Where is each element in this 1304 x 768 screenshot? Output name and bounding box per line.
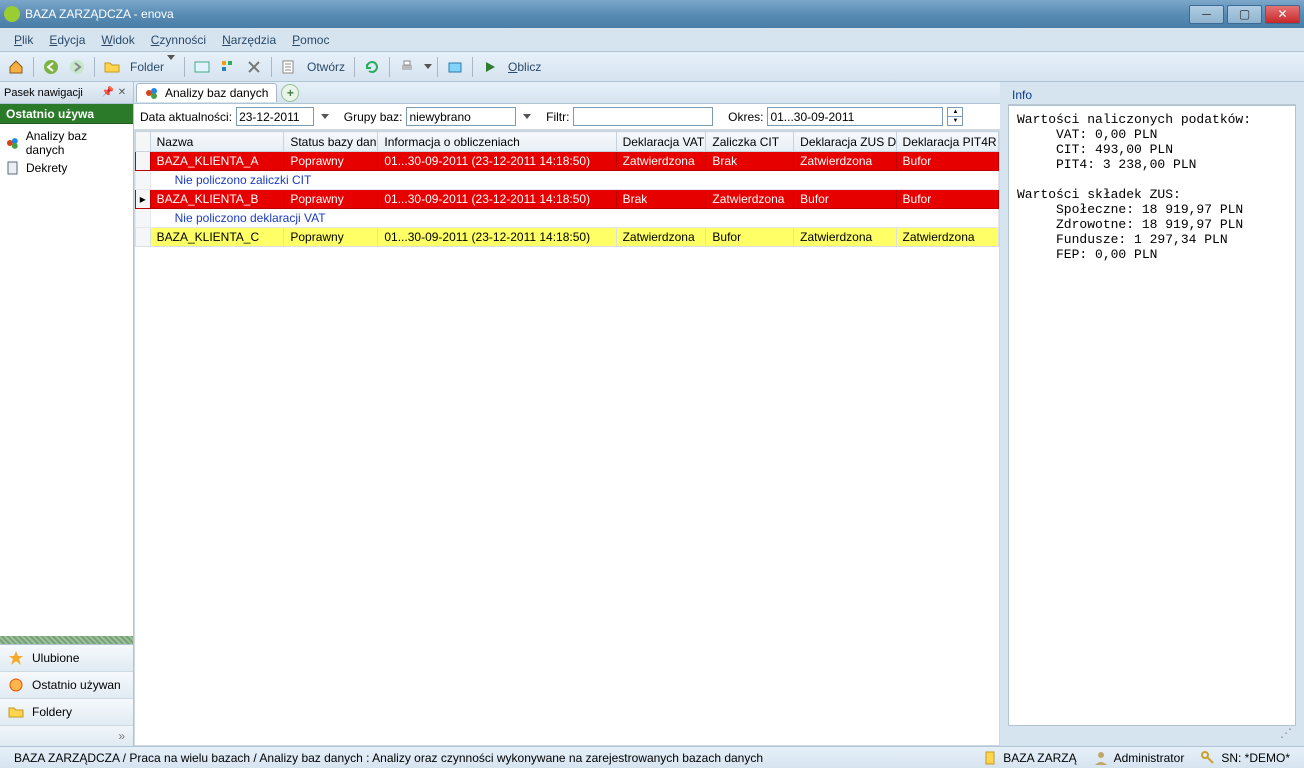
folder-icon — [8, 704, 24, 720]
filter-grupy-input[interactable] — [406, 107, 516, 126]
home-button[interactable] — [4, 55, 28, 79]
nav-panel-title: Pasek nawigacji — [4, 87, 83, 99]
nav-label: Ostatnio używan — [32, 678, 121, 692]
nav-ostatnio[interactable]: Ostatnio używan — [0, 672, 133, 699]
minimize-button[interactable]: ─ — [1189, 5, 1224, 24]
filter-data-label: Data aktualności: — [140, 110, 232, 124]
nav-item-label: Analizy baz danych — [26, 129, 127, 157]
filter-data-input[interactable] — [236, 107, 314, 126]
folder-dropdown[interactable]: Folder — [126, 60, 179, 74]
col-pit[interactable]: Deklaracja PIT4R — [896, 132, 998, 152]
table-row[interactable]: ▸BAZA_KLIENTA_BPoprawny01...30-09-2011 (… — [136, 190, 999, 209]
close-button[interactable]: ✕ — [1265, 5, 1300, 24]
menu-edycja[interactable]: Edycja — [41, 31, 93, 49]
filter-filtr-label: Filtr: — [546, 110, 569, 124]
nav-section-recent: Ostatnio używa — [0, 104, 133, 124]
menu-plik[interactable]: Plik — [6, 31, 41, 49]
forward-button[interactable] — [65, 55, 89, 79]
folder-open-icon[interactable] — [100, 55, 124, 79]
nav-panel-header: Pasek nawigacji 📌 ✕ — [0, 82, 133, 104]
menubar: Plik Edycja Widok Czynności Narzędzia Po… — [0, 28, 1304, 52]
table-row[interactable]: BAZA_KLIENTA_APoprawny01...30-09-2011 (2… — [136, 152, 999, 171]
menu-widok[interactable]: Widok — [93, 31, 142, 49]
nav-item-label: Dekrety — [26, 161, 67, 175]
refresh-icon[interactable] — [360, 55, 384, 79]
menu-narzedzia[interactable]: Narzędzia — [214, 31, 284, 49]
col-cit[interactable]: Zaliczka CIT — [706, 132, 794, 152]
clock-icon — [8, 677, 24, 693]
col-nazwa[interactable]: Nazwa — [150, 132, 284, 152]
tab-analizy[interactable]: Analizy baz danych — [136, 83, 277, 102]
calculate-button[interactable]: Oblicz — [504, 60, 545, 74]
navigation-panel: Pasek nawigacji 📌 ✕ Ostatnio używa Anali… — [0, 82, 134, 746]
user-icon — [1093, 750, 1109, 766]
info-panel: Info Wartości naliczonych podatków: VAT:… — [1008, 82, 1304, 746]
chevron-down-icon[interactable] — [523, 114, 531, 119]
nav-splitter[interactable] — [0, 636, 133, 644]
nav-foldery[interactable]: Foldery — [0, 699, 133, 726]
window-titlebar: BAZA ZARZĄDCZA - enova ─ ▢ ✕ — [0, 0, 1304, 28]
open-icon[interactable] — [277, 55, 301, 79]
app-icon — [4, 6, 20, 22]
star-icon — [8, 650, 24, 666]
col-selector[interactable] — [136, 132, 151, 152]
statusbar: BAZA ZARZĄDCZA / Praca na wielu bazach /… — [0, 746, 1304, 768]
table-row[interactable]: Nie policzono zaliczki CIT — [136, 171, 999, 190]
open-button[interactable]: Otwórz — [303, 60, 349, 74]
toolbar: Folder Otwórz Oblicz — [0, 52, 1304, 82]
pin-icon[interactable]: 📌 — [101, 86, 115, 100]
chevron-down-icon[interactable] — [321, 114, 329, 119]
tools-icon[interactable] — [242, 55, 266, 79]
data-grid[interactable]: Nazwa Status bazy dan Informacja o oblic… — [134, 130, 1000, 746]
info-title: Info — [1008, 86, 1296, 105]
tab-bar: Analizy baz danych + — [134, 82, 1000, 104]
status-sn: SN: *DEMO* — [1192, 750, 1298, 766]
status-left: BAZA ZARZĄDCZA / Praca na wielu bazach /… — [6, 751, 974, 765]
status-user: Administrator — [1085, 750, 1193, 766]
col-status[interactable]: Status bazy dan — [284, 132, 378, 152]
key-icon — [1200, 750, 1216, 766]
tab-add-button[interactable]: + — [281, 84, 299, 102]
nav-more[interactable]: » — [0, 726, 133, 746]
tab-label: Analizy baz danych — [165, 86, 268, 100]
status-db: BAZA ZARZĄ — [974, 750, 1084, 766]
nav-label: Ulubione — [32, 651, 79, 665]
nav-label: Foldery — [32, 705, 72, 719]
col-vat[interactable]: Deklaracja VAT — [616, 132, 706, 152]
nav-ulubione[interactable]: Ulubione — [0, 645, 133, 672]
table-row[interactable]: BAZA_KLIENTA_CPoprawny01...30-09-2011 (2… — [136, 228, 999, 247]
nav-items: Analizy baz danych Dekrety — [0, 124, 133, 636]
document-icon — [6, 161, 20, 175]
nav-item-analizy[interactable]: Analizy baz danych — [0, 127, 133, 159]
spinner-icon[interactable]: ▲▼ — [947, 107, 963, 126]
info-scroll-icon[interactable]: ⋰ — [1008, 726, 1296, 738]
list-icon[interactable] — [216, 55, 240, 79]
filter-bar: Data aktualności: Grupy baz: Filtr: Okre… — [134, 104, 1000, 130]
filter-grupy-label: Grupy baz: — [344, 110, 403, 124]
database-icon — [6, 136, 20, 150]
window-title: BAZA ZARZĄDCZA - enova — [25, 7, 1189, 21]
filter-okres-label: Okres: — [728, 110, 763, 124]
print-icon[interactable] — [395, 55, 419, 79]
col-info[interactable]: Informacja o obliczeniach — [378, 132, 616, 152]
col-zus[interactable]: Deklaracja ZUS DF — [794, 132, 896, 152]
menu-pomoc[interactable]: Pomoc — [284, 31, 337, 49]
info-body: Wartości naliczonych podatków: VAT: 0,00… — [1008, 105, 1296, 726]
filter-okres-input[interactable] — [767, 107, 943, 126]
menu-czynnosci[interactable]: Czynności — [143, 31, 214, 49]
nav-item-dekrety[interactable]: Dekrety — [0, 159, 133, 177]
filter-filtr-input[interactable] — [573, 107, 713, 126]
close-panel-icon[interactable]: ✕ — [115, 86, 129, 100]
database-icon — [145, 86, 159, 100]
play-icon[interactable] — [478, 55, 502, 79]
grid-icon[interactable] — [190, 55, 214, 79]
back-button[interactable] — [39, 55, 63, 79]
maximize-button[interactable]: ▢ — [1227, 5, 1262, 24]
db-icon — [982, 750, 998, 766]
table-row[interactable]: Nie policzono deklaracji VAT — [136, 209, 999, 228]
folder-new-icon[interactable] — [443, 55, 467, 79]
